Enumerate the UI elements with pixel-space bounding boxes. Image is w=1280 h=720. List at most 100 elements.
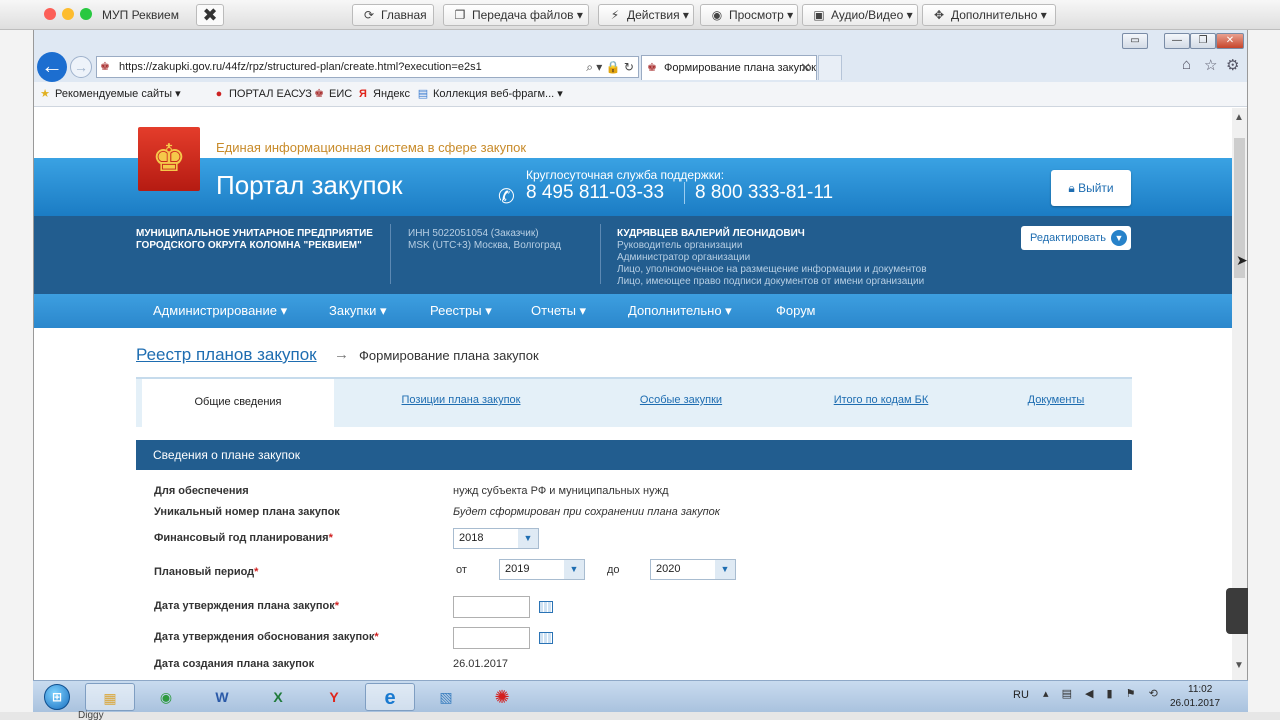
fav-yandex[interactable]: Я Яндекс bbox=[356, 82, 410, 106]
system-tray-icons[interactable]: ▴ ▤ ◀ ▮ ⚑ ⟲ bbox=[1043, 687, 1163, 700]
language-indicator[interactable]: RU bbox=[1013, 689, 1029, 701]
webslice-icon: ▤ bbox=[417, 88, 429, 100]
tab-positions[interactable]: Позиции плана закупок bbox=[366, 379, 556, 427]
chevron-down-icon: ▼ bbox=[1111, 230, 1127, 246]
file-transfer-button[interactable]: ❐ Передача файлов ▾ bbox=[443, 4, 589, 26]
window-title: МУП Реквием bbox=[102, 8, 179, 22]
clock-time[interactable]: 11:02 bbox=[1188, 684, 1212, 695]
fav-eis[interactable]: ♚ ЕИС bbox=[312, 82, 352, 106]
portal-title[interactable]: Портал закупок bbox=[216, 170, 402, 201]
menu-administration[interactable]: Администрирование ▾ bbox=[153, 294, 287, 328]
start-button[interactable]: ⊞ bbox=[35, 681, 79, 713]
taskbar-chrome[interactable]: ◉ bbox=[141, 683, 191, 711]
breadcrumb-root-link[interactable]: Реестр планов закупок bbox=[136, 345, 317, 365]
fav-easuz[interactable]: ● ПОРТАЛ ЕАСУЗ bbox=[212, 82, 312, 106]
address-bar[interactable]: ♚ https://zakupki.gov.ru/44fz/rpz/struct… bbox=[96, 56, 639, 78]
taskbar-yandex[interactable]: Y bbox=[309, 683, 359, 711]
coat-of-arms-logo[interactable]: ♚ bbox=[138, 127, 200, 191]
address-tools[interactable]: ⌕ ▾ 🔒 ↻ bbox=[586, 57, 634, 77]
taskbar-photos[interactable]: ▧ bbox=[421, 683, 471, 711]
organization-panel: МУНИЦИПАЛЬНОЕ УНИТАРНОЕ ПРЕДПРИЯТИЕ ГОРО… bbox=[34, 216, 1232, 294]
audio-video-label: Аудио/Видео ▾ bbox=[831, 8, 913, 22]
new-tab-button[interactable] bbox=[818, 55, 842, 80]
remote-side-panel[interactable] bbox=[1226, 588, 1248, 634]
user-role: Лицо, имеющее право подписи документов о… bbox=[617, 276, 925, 287]
edit-profile-button[interactable]: Редактировать ▼ bbox=[1021, 226, 1131, 250]
section-header: Сведения о плане закупок bbox=[136, 440, 1132, 470]
period-text: Плановый период bbox=[154, 566, 255, 578]
audio-video-button[interactable]: ▣ Аудио/Видео ▾ bbox=[802, 4, 918, 26]
yandex-icon: Я bbox=[359, 88, 367, 100]
tab-special[interactable]: Особые закупки bbox=[586, 379, 776, 427]
taskbar-paint[interactable]: ✺ bbox=[477, 683, 527, 711]
tab-close-icon[interactable]: ✕ bbox=[800, 56, 811, 80]
lightning-icon: ⚡ bbox=[610, 8, 620, 22]
phone-number-2: 8 800 333-81-11 bbox=[684, 182, 833, 204]
menu-registries[interactable]: Реестры ▾ bbox=[430, 294, 492, 328]
tab-general[interactable]: Общие сведения bbox=[142, 377, 334, 427]
lock-icon: 🔒︎ bbox=[1068, 181, 1079, 195]
close-session-button[interactable]: ✖ bbox=[196, 4, 224, 26]
logout-button[interactable]: 🔒︎ Выйти bbox=[1051, 170, 1131, 206]
minimize-dot-icon[interactable] bbox=[62, 8, 74, 20]
home-icon: ⟳ bbox=[363, 8, 375, 22]
tab-budget-codes[interactable]: Итого по кодам БК bbox=[786, 379, 976, 427]
close-dot-icon[interactable] bbox=[44, 8, 56, 20]
fav-recommended[interactable]: ★ Рекомендуемые сайты ▾ bbox=[38, 82, 181, 106]
approve-date-input[interactable] bbox=[453, 596, 530, 618]
required-mark: * bbox=[328, 532, 333, 544]
extras-button[interactable]: ✥ Дополнительно ▾ bbox=[922, 4, 1056, 26]
zoom-dot-icon[interactable] bbox=[80, 8, 92, 20]
fav-webslices[interactable]: ▤ Коллекция веб-фрагм... ▾ bbox=[416, 82, 563, 106]
taskbar-ie[interactable]: e bbox=[365, 683, 415, 711]
home-button[interactable]: ⟳ Главная bbox=[352, 4, 434, 26]
menu-purchases[interactable]: Закупки ▾ bbox=[329, 294, 387, 328]
excel-icon: X bbox=[273, 689, 283, 705]
star-icon: ★ bbox=[40, 88, 50, 100]
taskbar-explorer[interactable]: ▦ bbox=[85, 683, 135, 711]
file-transfer-label: Передача файлов ▾ bbox=[472, 8, 583, 22]
period-from-select[interactable]: 2019 ▼ bbox=[499, 559, 585, 580]
org-name-line2: ГОРОДСКОГО ОКРУГА КОЛОМНА "РЕКВИЕМ" bbox=[136, 240, 362, 251]
close-icon[interactable]: ✕ bbox=[1216, 33, 1244, 49]
minimize-icon[interactable]: — bbox=[1164, 33, 1190, 49]
period-to-select[interactable]: 2020 ▼ bbox=[650, 559, 736, 580]
fav-label: ПОРТАЛ ЕАСУЗ bbox=[229, 88, 312, 100]
yandex-icon: Y bbox=[329, 689, 339, 705]
scroll-up-icon[interactable]: ▲ bbox=[1234, 112, 1244, 123]
user-name: КУДРЯВЦЕВ ВАЛЕРИЙ ЛЕОНИДОВИЧ bbox=[617, 228, 805, 239]
browser-tab[interactable]: ♚ Формирование плана закупок ✕ bbox=[641, 55, 817, 80]
taskbar-word[interactable]: W bbox=[197, 683, 247, 711]
forward-icon[interactable]: → bbox=[70, 56, 92, 78]
period-from-selected: 2019 bbox=[505, 563, 530, 575]
fav-label: Коллекция веб-фрагм... ▾ bbox=[433, 88, 563, 100]
menu-forum[interactable]: Форум bbox=[776, 294, 816, 328]
portal-header: Портал закупок Круглосуточная служба под… bbox=[34, 158, 1232, 216]
menu-reports[interactable]: Отчеты ▾ bbox=[531, 294, 586, 328]
home-icon[interactable]: ⌂ bbox=[1182, 56, 1191, 73]
view-button[interactable]: ◉ Просмотр ▾ bbox=[700, 4, 798, 26]
edit-label: Редактировать bbox=[1030, 232, 1106, 244]
unique-number-label: Уникальный номер плана закупок bbox=[154, 506, 340, 518]
restore-icon[interactable]: ▭ bbox=[1122, 33, 1148, 49]
favorites-star-icon[interactable]: ☆ bbox=[1204, 56, 1217, 74]
menu-additional[interactable]: Дополнительно ▾ bbox=[628, 294, 732, 328]
chat-icon: ▣ bbox=[813, 8, 825, 22]
justification-date-input[interactable] bbox=[453, 627, 530, 649]
tab-documents[interactable]: Документы bbox=[976, 379, 1136, 427]
calendar-icon[interactable] bbox=[539, 601, 553, 613]
required-mark: * bbox=[374, 631, 379, 643]
clock-date[interactable]: 26.01.2017 bbox=[1170, 698, 1220, 709]
scroll-down-icon[interactable]: ▼ bbox=[1234, 660, 1244, 671]
maximize-icon[interactable]: ❐ bbox=[1190, 33, 1216, 49]
fin-year-select[interactable]: 2018 ▼ bbox=[453, 528, 539, 549]
settings-gear-icon[interactable]: ⚙ bbox=[1226, 56, 1239, 74]
folder-icon: ▦ bbox=[103, 690, 117, 706]
bottom-strip bbox=[0, 712, 1280, 720]
back-icon[interactable]: ← bbox=[37, 52, 67, 82]
photos-icon: ▧ bbox=[439, 689, 453, 705]
taskbar-excel[interactable]: X bbox=[253, 683, 303, 711]
calendar-icon[interactable] bbox=[539, 632, 553, 644]
created-date-value: 26.01.2017 bbox=[453, 658, 509, 670]
actions-button[interactable]: ⚡ Действия ▾ bbox=[598, 4, 694, 26]
